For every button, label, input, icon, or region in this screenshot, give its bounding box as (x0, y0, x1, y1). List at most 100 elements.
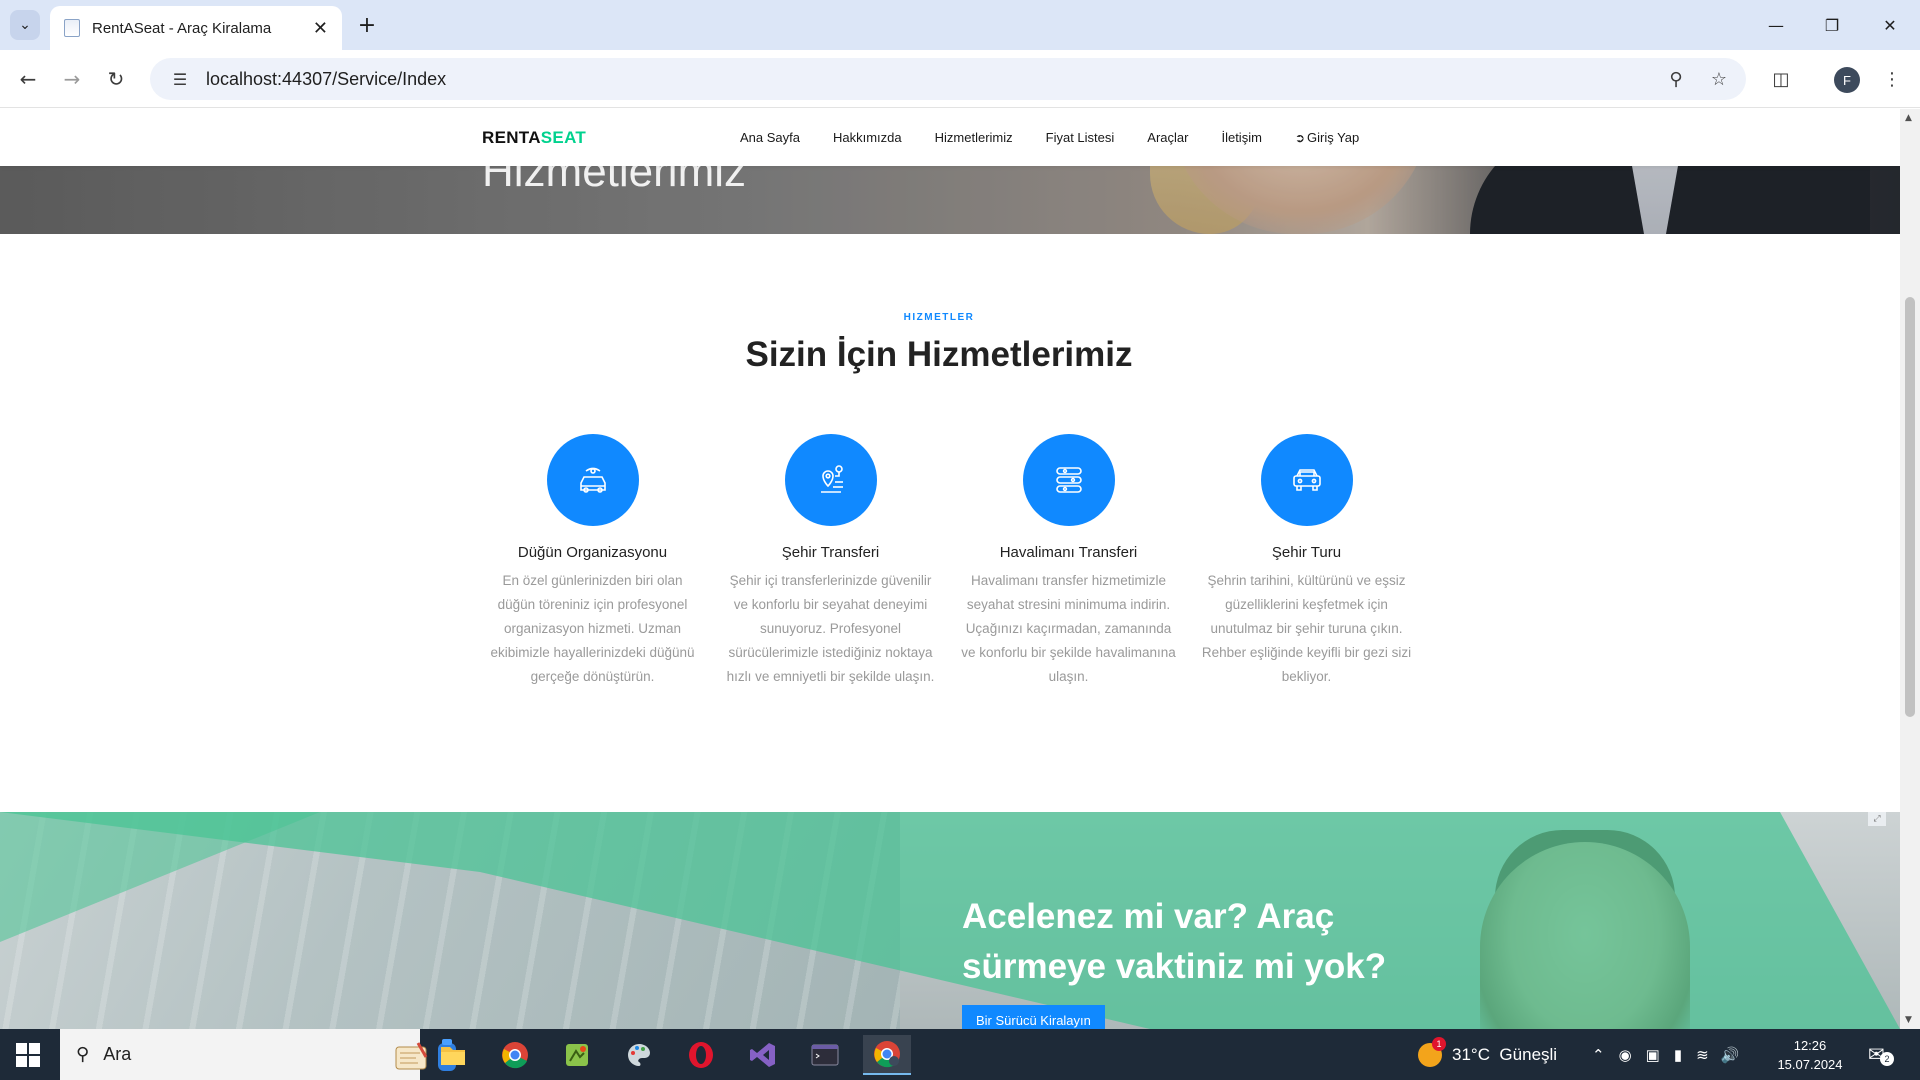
design-tool-taskbar-button[interactable] (553, 1035, 601, 1075)
windows-start-icon[interactable] (16, 1043, 40, 1067)
bookmark-star-icon[interactable]: ☆ (1703, 63, 1735, 95)
notification-center-button[interactable]: ✉ 2 (1868, 1029, 1894, 1080)
record-icon[interactable]: ◉ (1619, 1046, 1632, 1064)
airport-transfer-icon (1055, 467, 1082, 493)
service-description: Şehir içi transferlerinizde güvenilir ve… (726, 573, 935, 684)
opera-icon (689, 1042, 713, 1068)
visual-studio-icon (750, 1043, 775, 1067)
kebab-menu-icon: ⋮ (1883, 68, 1901, 90)
services-subheading: HIZMETLER (903, 312, 975, 323)
taskbar-search-box[interactable]: ⚲ Ara (60, 1029, 456, 1080)
service-description: En özel günlerinizden biri olan düğün tö… (490, 573, 695, 684)
page-scrollbar[interactable]: ▲ ▼ (1900, 109, 1920, 1029)
service-card: Havalimanı Transferi Havalimanı transfer… (961, 434, 1176, 689)
hire-driver-button[interactable]: Bir Sürücü Kiralayın (962, 1005, 1105, 1029)
palette-icon (628, 1044, 650, 1066)
service-icon-circle (546, 434, 639, 526)
minimize-button[interactable]: — (1748, 0, 1804, 50)
close-icon: ✕ (1883, 15, 1897, 35)
tab-strip: ⌄ RentASeat - Araç Kiralama ✕ + — ❐ ✕ (0, 0, 1920, 50)
restore-icon: ❐ (1824, 15, 1840, 35)
site-info-icon[interactable]: ☰ (160, 70, 200, 89)
browser-toolbar: ← → ↻ ☰ localhost:44307/Service/Index ⚲ … (0, 50, 1920, 108)
service-card: Şehir Transferi Şehir içi transferlerini… (723, 434, 938, 689)
clock-date: 15.07.2024 (1777, 1057, 1843, 1072)
camera-icon[interactable]: ▣ (1646, 1046, 1660, 1064)
service-description: Havalimanı transfer hizmetimizle seyahat… (961, 573, 1176, 684)
zoom-icon[interactable]: ⚲ (1660, 63, 1692, 95)
service-title: Şehir Transferi (781, 544, 880, 561)
close-tab-icon[interactable]: ✕ (313, 18, 328, 39)
profile-avatar[interactable]: F (1834, 67, 1860, 93)
site-nav-menu: Ana Sayfa Hakkımızda Hizmetlerimiz Fiyat… (740, 130, 1392, 145)
tab-search-button[interactable]: ⌄ (10, 10, 40, 40)
battery-icon[interactable]: ▮ (1674, 1046, 1682, 1064)
service-title: Düğün Organizasyonu (517, 544, 668, 561)
service-card: Şehir Turu Şehrin tarihini, kültürünü ve… (1199, 434, 1414, 689)
new-tab-button[interactable]: + (352, 10, 382, 40)
site-logo[interactable]: RENTASEAT (482, 128, 586, 148)
arrow-left-icon: ← (19, 67, 37, 91)
chrome-icon (502, 1042, 528, 1069)
terminal-taskbar-button[interactable] (801, 1035, 849, 1075)
notification-icon: ✉ 2 (1868, 1042, 1894, 1067)
terminal-icon (811, 1044, 839, 1066)
site-navbar: RENTASEAT Ana Sayfa Hakkımızda Hizmetler… (0, 109, 1900, 166)
file-explorer-taskbar-button[interactable] (429, 1035, 477, 1075)
service-icon-circle (1022, 434, 1115, 526)
scroll-down-icon[interactable]: ▼ (1905, 1015, 1912, 1025)
nav-services[interactable]: Hizmetlerimiz (935, 130, 1013, 145)
chevron-down-icon: ⌄ (19, 17, 31, 33)
weather-widget[interactable]: 1 31°C Güneşli (1418, 1029, 1557, 1080)
scroll-thumb[interactable] (1905, 297, 1915, 717)
reload-button[interactable]: ↻ (100, 63, 132, 95)
sign-in-icon: ➲ (1294, 131, 1305, 145)
expand-icon[interactable]: ⤢ (1868, 812, 1886, 826)
restore-button[interactable]: ❐ (1804, 0, 1860, 50)
nav-cars[interactable]: Araçlar (1147, 130, 1188, 145)
search-icon: ⚲ (76, 1044, 90, 1065)
clock-time: 12:26 (1793, 1038, 1827, 1053)
arrow-right-icon: → (63, 67, 81, 91)
route-pin-icon (820, 465, 843, 493)
nav-login[interactable]: ➲ Giriş Yap (1295, 130, 1359, 145)
service-icon-circle (784, 434, 877, 526)
nav-home[interactable]: Ana Sayfa (740, 130, 800, 145)
taskbar-clock[interactable]: 12:26 15.07.2024 (1770, 1036, 1850, 1074)
opera-taskbar-button[interactable] (677, 1035, 725, 1075)
service-card: Düğün Organizasyonu En özel günlerinizde… (485, 434, 700, 689)
extensions-button[interactable]: ◫ (1765, 63, 1797, 95)
service-description: Şehrin tarihini, kültürünü ve eşsiz güze… (1201, 573, 1412, 684)
address-bar[interactable]: ☰ localhost:44307/Service/Index ⚲ ☆ (150, 58, 1746, 100)
folder-icon (441, 1047, 465, 1065)
chrome-taskbar-button[interactable] (491, 1035, 539, 1075)
design-app-icon (566, 1044, 588, 1066)
taskbar-search-placeholder: Ara (103, 1044, 132, 1064)
forward-button[interactable]: → (56, 63, 88, 95)
service-title: Havalimanı Transferi (999, 544, 1138, 561)
back-button[interactable]: ← (12, 63, 44, 95)
service-title: Şehir Turu (1271, 544, 1342, 561)
puzzle-icon: ◫ (1772, 68, 1790, 90)
wifi-icon[interactable]: ≋ (1696, 1046, 1709, 1064)
nav-contact[interactable]: İletişim (1221, 130, 1261, 145)
weather-text: 31°C Güneşli (1452, 1044, 1558, 1064)
service-icon-circle (1260, 434, 1353, 526)
driver-promo-section: Acelenez mi var? Araç sürmeye vaktiniz m… (0, 812, 1900, 1029)
scroll-up-icon[interactable]: ▲ (1905, 113, 1912, 123)
visual-studio-taskbar-button[interactable] (739, 1035, 787, 1075)
chrome-profile-taskbar-button[interactable] (863, 1035, 911, 1075)
browser-menu-button[interactable]: ⋮ (1876, 63, 1908, 95)
nav-pricing[interactable]: Fiyat Listesi (1046, 130, 1115, 145)
minimize-icon: — (1768, 15, 1784, 35)
system-tray: ⌃ ◉ ▣ ▮ ≋ 🔊 (1592, 1029, 1739, 1080)
paint-taskbar-button[interactable] (615, 1035, 663, 1075)
close-window-button[interactable]: ✕ (1862, 0, 1918, 50)
nav-about[interactable]: Hakkımızda (833, 130, 902, 145)
show-hidden-icons-icon[interactable]: ⌃ (1592, 1046, 1605, 1064)
url-text[interactable]: localhost:44307/Service/Index (206, 69, 446, 90)
plus-icon: + (357, 12, 377, 38)
services-heading: Sizin İçin Hizmetlerimiz (745, 335, 1133, 374)
active-tab[interactable]: RentASeat - Araç Kiralama ✕ (50, 6, 342, 50)
volume-icon[interactable]: 🔊 (1721, 1046, 1740, 1064)
